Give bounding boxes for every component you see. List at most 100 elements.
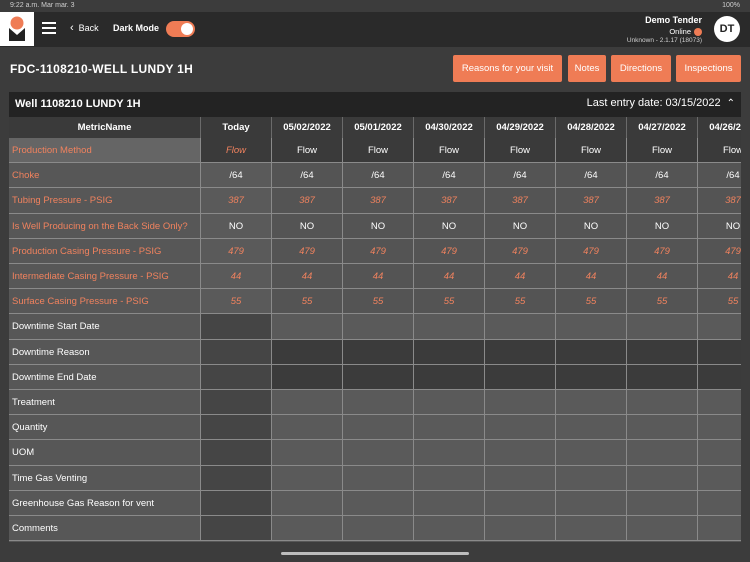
metric-value-cell[interactable]: Flow <box>272 138 343 164</box>
metric-value-cell[interactable] <box>414 465 485 491</box>
metric-value-cell[interactable] <box>698 490 741 516</box>
metric-value-cell[interactable] <box>627 465 698 491</box>
metric-value-cell[interactable] <box>201 314 272 340</box>
metric-value-cell[interactable]: 479 <box>343 238 414 264</box>
metric-value-cell[interactable] <box>343 465 414 491</box>
metric-value-cell[interactable] <box>698 440 741 466</box>
metric-value-cell[interactable] <box>201 490 272 516</box>
metric-value-cell[interactable] <box>201 364 272 390</box>
metric-value-cell[interactable] <box>485 415 556 441</box>
metric-value-cell[interactable]: 387 <box>414 188 485 214</box>
chevron-up-icon[interactable]: ⌃ <box>727 98 735 109</box>
metric-value-cell[interactable] <box>485 314 556 340</box>
metric-value-cell[interactable]: 55 <box>272 289 343 315</box>
metric-value-cell[interactable] <box>627 364 698 390</box>
metric-value-cell[interactable]: 44 <box>556 264 627 290</box>
metric-value-cell[interactable]: /64 <box>272 163 343 189</box>
metric-value-cell[interactable] <box>485 465 556 491</box>
metric-value-cell[interactable] <box>556 390 627 416</box>
metric-value-cell[interactable] <box>698 364 741 390</box>
metric-value-cell[interactable]: 479 <box>556 238 627 264</box>
metric-value-cell[interactable] <box>698 516 741 542</box>
metric-value-cell[interactable]: /64 <box>556 163 627 189</box>
metric-value-cell[interactable] <box>698 339 741 365</box>
dark-mode-toggle[interactable] <box>166 21 195 37</box>
metric-value-cell[interactable] <box>698 390 741 416</box>
metric-value-cell[interactable] <box>201 339 272 365</box>
metric-value-cell[interactable]: NO <box>698 213 741 239</box>
metric-value-cell[interactable]: 387 <box>556 188 627 214</box>
metric-value-cell[interactable]: /64 <box>414 163 485 189</box>
metric-value-cell[interactable] <box>556 364 627 390</box>
metric-value-cell[interactable]: /64 <box>343 163 414 189</box>
metric-value-cell[interactable]: 44 <box>698 264 741 290</box>
metric-value-cell[interactable] <box>556 415 627 441</box>
metric-value-cell[interactable]: Flow <box>343 138 414 164</box>
metric-value-cell[interactable] <box>698 415 741 441</box>
metric-value-cell[interactable]: 44 <box>343 264 414 290</box>
metric-value-cell[interactable]: 479 <box>627 238 698 264</box>
metric-value-cell[interactable] <box>201 440 272 466</box>
avatar[interactable]: DT <box>714 16 740 42</box>
metric-value-cell[interactable]: 387 <box>485 188 556 214</box>
metric-value-cell[interactable]: 55 <box>556 289 627 315</box>
metric-value-cell[interactable] <box>343 490 414 516</box>
metric-value-cell[interactable] <box>272 516 343 542</box>
metric-value-cell[interactable]: 55 <box>343 289 414 315</box>
metric-value-cell[interactable] <box>556 465 627 491</box>
metric-value-cell[interactable] <box>343 440 414 466</box>
metric-value-cell[interactable] <box>272 415 343 441</box>
metric-value-cell[interactable]: NO <box>272 213 343 239</box>
metric-value-cell[interactable]: 55 <box>485 289 556 315</box>
metric-value-cell[interactable]: 44 <box>272 264 343 290</box>
metric-value-cell[interactable] <box>627 516 698 542</box>
metric-value-cell[interactable] <box>272 390 343 416</box>
metric-value-cell[interactable]: 387 <box>698 188 741 214</box>
directions-button[interactable]: Directions <box>611 55 671 82</box>
metric-value-cell[interactable]: /64 <box>627 163 698 189</box>
metric-value-cell[interactable]: 479 <box>414 238 485 264</box>
metric-value-cell[interactable]: 55 <box>414 289 485 315</box>
metric-value-cell[interactable]: Flow <box>485 138 556 164</box>
metric-value-cell[interactable] <box>272 364 343 390</box>
metric-value-cell[interactable]: Flow <box>201 138 272 164</box>
metric-value-cell[interactable] <box>485 339 556 365</box>
metric-value-cell[interactable] <box>627 415 698 441</box>
hamburger-menu-icon[interactable] <box>42 22 56 34</box>
metric-value-cell[interactable] <box>627 440 698 466</box>
metric-value-cell[interactable] <box>485 390 556 416</box>
metric-value-cell[interactable] <box>485 490 556 516</box>
metric-value-cell[interactable] <box>343 339 414 365</box>
metric-value-cell[interactable] <box>627 390 698 416</box>
metric-value-cell[interactable] <box>272 440 343 466</box>
metric-value-cell[interactable] <box>556 490 627 516</box>
metric-value-cell[interactable] <box>201 390 272 416</box>
metric-value-cell[interactable]: 479 <box>698 238 741 264</box>
metric-value-cell[interactable] <box>485 516 556 542</box>
metric-value-cell[interactable] <box>272 490 343 516</box>
metric-value-cell[interactable] <box>272 314 343 340</box>
well-panel-header[interactable]: Well 1108210 LUNDY 1H Last entry date: 0… <box>9 92 741 117</box>
metric-value-cell[interactable]: /64 <box>698 163 741 189</box>
metric-value-cell[interactable] <box>414 490 485 516</box>
metric-value-cell[interactable]: 387 <box>343 188 414 214</box>
metric-value-cell[interactable] <box>556 339 627 365</box>
metric-value-cell[interactable]: 44 <box>627 264 698 290</box>
metric-value-cell[interactable] <box>414 415 485 441</box>
metric-value-cell[interactable]: Flow <box>556 138 627 164</box>
inspections-button[interactable]: Inspections <box>676 55 741 82</box>
metric-value-cell[interactable] <box>627 339 698 365</box>
metric-value-cell[interactable]: 44 <box>201 264 272 290</box>
metric-value-cell[interactable] <box>485 440 556 466</box>
metric-value-cell[interactable]: /64 <box>201 163 272 189</box>
metric-value-cell[interactable]: NO <box>414 213 485 239</box>
metric-value-cell[interactable]: Flow <box>627 138 698 164</box>
metric-value-cell[interactable]: 387 <box>201 188 272 214</box>
metric-value-cell[interactable] <box>201 415 272 441</box>
metric-value-cell[interactable]: 479 <box>485 238 556 264</box>
metric-value-cell[interactable] <box>414 516 485 542</box>
metric-value-cell[interactable]: /64 <box>485 163 556 189</box>
metric-value-cell[interactable]: 55 <box>698 289 741 315</box>
metric-value-cell[interactable] <box>272 465 343 491</box>
metric-value-cell[interactable]: Flow <box>698 138 741 164</box>
